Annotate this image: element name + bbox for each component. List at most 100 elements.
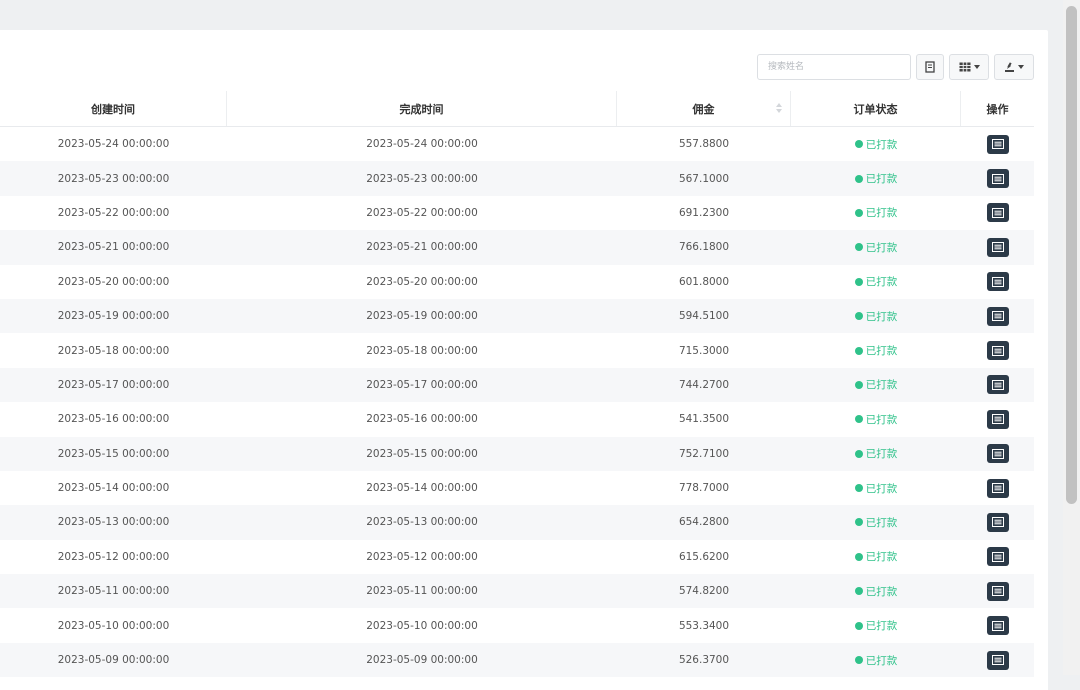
table-row: 2023-05-17 00:00:00 2023-05-17 00:00:00 74… xyxy=(0,367,1034,403)
view-detail-button[interactable] xyxy=(986,581,1009,601)
cell-finished-time: 2023-05-21 00:00:00 xyxy=(366,241,478,254)
cell-actions xyxy=(961,306,1034,326)
status-dot-icon xyxy=(854,277,863,286)
status-badge: 已打款 xyxy=(854,205,898,220)
list-icon xyxy=(991,345,1004,356)
view-detail-button[interactable] xyxy=(986,306,1009,326)
status-label: 已打款 xyxy=(865,620,898,633)
status-label: 已打款 xyxy=(865,516,898,529)
chevron-down-icon xyxy=(1018,65,1024,69)
status-dot-icon xyxy=(854,449,863,458)
status-label: 已打款 xyxy=(865,654,898,667)
status-badge: 已打款 xyxy=(854,549,897,564)
header-actions: 操作 xyxy=(986,102,1009,116)
status-badge: 已打款 xyxy=(854,584,898,599)
sort-icon[interactable] xyxy=(776,102,782,114)
status-label: 已打款 xyxy=(865,448,898,461)
view-detail-button[interactable] xyxy=(986,272,1009,292)
table-row: 2023-05-15 00:00:00 2023-05-15 00:00:00 75… xyxy=(0,436,1034,471)
cell-commission: 541.3500 xyxy=(678,413,730,426)
cell-commission: 744.2700 xyxy=(678,378,730,391)
status-label: 已打款 xyxy=(865,173,898,186)
cell-finished-time: 2023-05-13 00:00:00 xyxy=(366,516,478,529)
list-icon xyxy=(991,586,1004,597)
view-detail-button[interactable] xyxy=(986,134,1009,154)
cell-commission: 557.8800 xyxy=(678,138,730,151)
cell-actions xyxy=(961,512,1034,532)
view-detail-button[interactable] xyxy=(986,650,1009,670)
view-detail-button[interactable] xyxy=(986,478,1009,498)
search-input[interactable] xyxy=(757,54,911,80)
status-dot-icon xyxy=(854,484,863,493)
cell-finished-time: 2023-05-23 00:00:00 xyxy=(366,172,478,185)
view-detail-button[interactable] xyxy=(986,547,1009,567)
view-detail-button[interactable] xyxy=(986,169,1009,189)
status-dot-icon xyxy=(854,312,863,321)
cell-created-time: 2023-05-17 00:00:00 xyxy=(57,378,170,391)
table-row: 2023-05-13 00:00:00 2023-05-13 00:00:00 65… xyxy=(0,505,1034,540)
cell-actions xyxy=(961,134,1034,154)
status-label: 已打款 xyxy=(865,345,898,358)
list-icon xyxy=(991,517,1004,528)
status-badge: 已打款 xyxy=(854,618,898,633)
cell-order-status: 已打款 xyxy=(791,584,961,599)
table-row: 2023-05-20 00:00:00 2023-05-20 00:00:00 60… xyxy=(0,265,1034,299)
table-row: 2023-05-14 00:00:00 2023-05-14 00:00:00 77… xyxy=(0,471,1034,505)
status-badge: 已打款 xyxy=(854,377,897,392)
export-button[interactable] xyxy=(994,54,1034,80)
view-detail-button[interactable] xyxy=(986,444,1009,464)
header-finished-time[interactable]: 完成时间 xyxy=(227,91,617,126)
status-badge: 已打款 xyxy=(854,274,897,289)
table-header: 创建时间 完成时间 佣金 订单状态 操作 xyxy=(0,91,1034,127)
cell-created-time: 2023-05-16 00:00:00 xyxy=(57,413,170,426)
cell-commission: 526.3700 xyxy=(678,654,730,667)
status-dot-icon xyxy=(854,621,863,630)
table-row: 2023-05-10 00:00:00 2023-05-10 00:00:00 55… xyxy=(0,608,1034,642)
cell-order-status: 已打款 xyxy=(791,343,961,358)
status-badge: 已打款 xyxy=(854,515,898,530)
view-detail-button[interactable] xyxy=(986,375,1009,395)
cell-actions xyxy=(961,547,1034,567)
view-detail-button[interactable] xyxy=(986,341,1009,361)
view-detail-button[interactable] xyxy=(986,409,1009,429)
cell-actions xyxy=(961,616,1034,636)
export-icon xyxy=(1005,61,1014,72)
cell-actions xyxy=(961,409,1034,429)
columns-toggle-button[interactable] xyxy=(949,54,989,80)
refresh-button[interactable] xyxy=(916,54,944,80)
header-order-status[interactable]: 订单状态 xyxy=(791,91,961,126)
cell-finished-time: 2023-05-15 00:00:00 xyxy=(366,447,478,460)
list-icon xyxy=(991,414,1004,425)
view-detail-button[interactable] xyxy=(986,237,1009,257)
cell-actions xyxy=(961,375,1034,395)
view-detail-button[interactable] xyxy=(986,203,1009,223)
cell-actions xyxy=(961,581,1034,601)
view-detail-button[interactable] xyxy=(986,512,1009,532)
status-dot-icon xyxy=(854,346,863,355)
status-label: 已打款 xyxy=(865,413,898,426)
status-badge: 已打款 xyxy=(854,481,898,496)
vertical-scrollbar[interactable] xyxy=(1063,0,1080,675)
cell-created-time: 2023-05-12 00:00:00 xyxy=(57,550,170,563)
list-icon xyxy=(991,483,1004,494)
status-label: 已打款 xyxy=(865,482,898,495)
list-icon xyxy=(991,620,1004,631)
status-dot-icon xyxy=(854,380,863,389)
status-dot-icon xyxy=(854,656,863,665)
scrollbar-thumb[interactable] xyxy=(1066,6,1077,504)
status-badge: 已打款 xyxy=(854,653,898,668)
cell-finished-time: 2023-05-17 00:00:00 xyxy=(366,378,478,391)
status-dot-icon xyxy=(854,243,863,252)
cell-finished-time: 2023-05-14 00:00:00 xyxy=(366,482,478,495)
status-dot-icon xyxy=(854,415,863,424)
status-label: 已打款 xyxy=(865,585,898,598)
status-dot-icon xyxy=(854,587,863,596)
header-commission[interactable]: 佣金 xyxy=(617,91,791,126)
list-icon xyxy=(991,655,1004,666)
table-toolbar xyxy=(757,53,1034,81)
header-created-time[interactable]: 创建时间 xyxy=(0,91,227,126)
cell-order-status: 已打款 xyxy=(791,481,961,496)
cell-created-time: 2023-05-14 00:00:00 xyxy=(57,482,170,495)
status-label: 已打款 xyxy=(865,207,898,220)
view-detail-button[interactable] xyxy=(986,616,1009,636)
